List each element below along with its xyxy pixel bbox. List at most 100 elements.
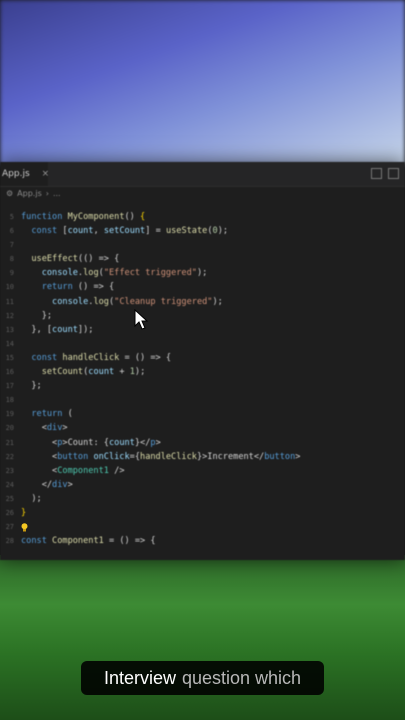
code-line[interactable]: 24 </div>	[0, 478, 405, 492]
line-number: 6	[9, 227, 14, 236]
line-number: 18	[5, 396, 14, 405]
code-token: console	[52, 296, 89, 307]
line-number: 26	[5, 508, 14, 517]
code-text: </div>	[21, 478, 73, 492]
tab-app-js[interactable]: App.js ×	[0, 162, 50, 186]
line-number: 21	[5, 438, 14, 447]
code-token: div	[46, 423, 63, 434]
code-token: = () => {	[103, 536, 156, 547]
code-text: const handleClick = () => {	[21, 351, 171, 365]
code-token: >Count: {	[62, 437, 109, 448]
code-line[interactable]: 16 setCount(count + 1);	[0, 365, 405, 379]
line-number: 17	[5, 382, 14, 391]
code-line[interactable]: 13 }, [count]);	[0, 323, 405, 337]
code-token: <	[21, 423, 47, 434]
line-number: 19	[5, 410, 14, 419]
code-line[interactable]: 10 return () => {	[0, 280, 405, 294]
code-token: return	[31, 409, 68, 420]
line-number: 5	[9, 213, 14, 221]
code-token: const	[31, 226, 63, 237]
code-area[interactable]: 5 function MyComponent() {6 const [count,…	[0, 210, 405, 548]
code-token: };	[21, 310, 53, 321]
code-text: <Component1 />	[21, 464, 124, 478]
line-number: 23	[5, 466, 14, 475]
line-number: 11	[5, 297, 14, 306]
code-line[interactable]: 17 };	[0, 379, 405, 393]
code-line[interactable]: 11 console.log("Cleanup triggered");	[0, 295, 405, 309]
line-number: 16	[5, 368, 14, 377]
code-token: count	[67, 226, 94, 237]
line-number: 28	[5, 537, 14, 546]
tab-label: App.js	[2, 169, 30, 179]
code-line[interactable]: 28 const Component1 = () => {	[0, 534, 405, 548]
split-editor-icon[interactable]	[371, 168, 382, 179]
code-token: function	[21, 212, 68, 222]
code-token: button	[57, 451, 94, 462]
code-text: function MyComponent() {	[21, 210, 145, 224]
code-line[interactable]: 12 };	[0, 309, 405, 323]
line-number: 9	[9, 269, 14, 278]
code-token: {	[140, 212, 146, 222]
code-text: };	[21, 379, 41, 393]
line-number: 24	[5, 480, 14, 489]
code-line[interactable]: 14	[0, 337, 405, 351]
lightbulb-icon[interactable]	[21, 523, 28, 532]
line-number: 14	[5, 339, 14, 348]
code-token: ] =	[145, 226, 166, 237]
code-token: );	[134, 367, 146, 378]
code-text: return (	[21, 407, 73, 421]
code-token: >	[62, 423, 68, 434]
code-token: console	[41, 268, 78, 279]
blurred-background-bottom	[0, 555, 405, 720]
code-line[interactable]: 6 const [count, setCount] = useState(0);	[0, 224, 405, 238]
code-token: "Effect triggered"	[103, 268, 197, 279]
code-line[interactable]: 23 <Component1 />	[0, 464, 405, 478]
code-line[interactable]: 7	[0, 238, 405, 252]
code-line[interactable]: 25 );	[0, 492, 405, 506]
code-line[interactable]: 19 return (	[0, 407, 405, 421]
caption-highlight: Interview	[103, 667, 176, 688]
code-line[interactable]: 5 function MyComponent() {	[0, 210, 405, 224]
code-token: MyComponent	[67, 212, 125, 222]
code-token: }</	[134, 437, 151, 448]
code-token: button	[264, 451, 296, 462]
breadcrumb-more[interactable]: ...	[53, 189, 61, 198]
code-text: };	[21, 309, 52, 323]
code-line[interactable]: 18	[0, 393, 405, 407]
code-line[interactable]: 27	[0, 520, 405, 534]
code-token: const	[21, 536, 53, 547]
line-number: 12	[5, 311, 14, 320]
code-token: >	[155, 437, 161, 448]
code-line[interactable]: 8 useEffect(() => {	[0, 252, 405, 266]
code-text: }, [count]);	[21, 323, 93, 337]
more-actions-icon[interactable]	[388, 168, 399, 179]
line-number: 13	[5, 325, 14, 334]
code-line[interactable]: 26}	[0, 506, 405, 520]
code-line[interactable]: 9 console.log("Effect triggered");	[0, 266, 405, 280]
breadcrumb-file[interactable]: App.js	[17, 189, 42, 198]
code-token: );	[217, 226, 229, 237]
code-token: }	[21, 507, 27, 518]
code-line[interactable]: 21 <p>Count: {count}</p>	[0, 436, 405, 450]
code-line[interactable]: 15 const handleClick = () => {	[0, 351, 405, 365]
code-token: () => {	[77, 282, 115, 293]
code-token: (() => {	[77, 254, 120, 265]
code-text: console.log("Effect triggered");	[21, 266, 208, 280]
line-number: 20	[5, 424, 14, 433]
line-number: 10	[5, 283, 14, 292]
code-token: ]);	[77, 324, 94, 335]
code-token: useState	[165, 226, 208, 237]
code-token: setCount	[103, 226, 146, 237]
tab-close-icon[interactable]: ×	[42, 169, 50, 179]
code-line[interactable]: 22 <button onClick={handleClick}>Increme…	[0, 450, 405, 464]
code-token: handleClick	[62, 352, 120, 363]
code-token: (	[67, 409, 73, 420]
code-token: <	[21, 437, 58, 448]
code-token: }, [	[21, 324, 53, 335]
code-line[interactable]: 20 <div>	[0, 421, 405, 435]
code-token: count	[88, 367, 115, 378]
breadcrumb-icon: ⚙	[6, 188, 14, 198]
